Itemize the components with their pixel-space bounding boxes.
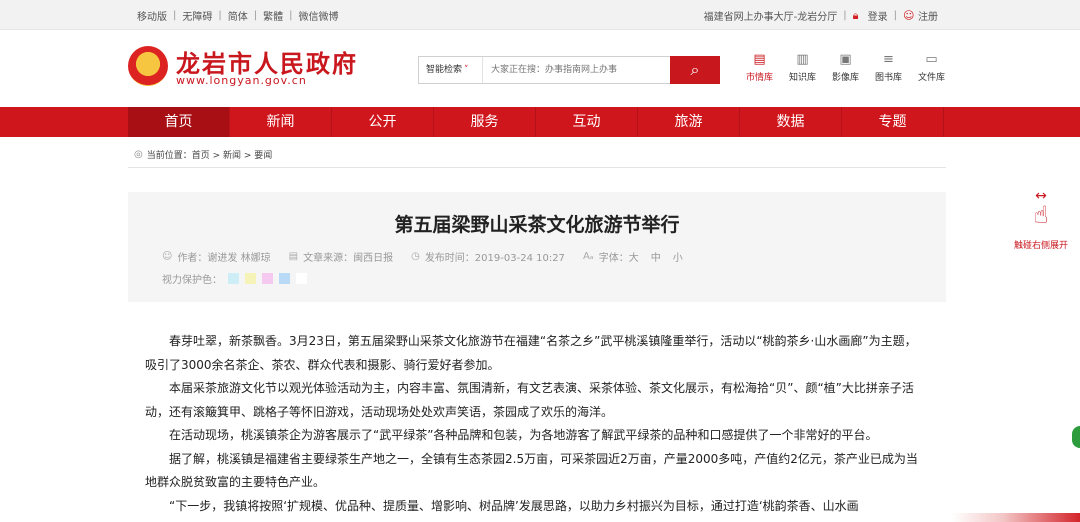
- nav-interact[interactable]: 互动: [536, 107, 638, 137]
- main-nav: 首页 新闻 公开 服务 互动 旅游 数据 专题: [0, 107, 1080, 137]
- article-header: 第五届梁野山采茶文化旅游节举行 ☺ 作者：谢进发 林娜琼 ▤ 文章来源：闽西日报 ◷…: [128, 192, 946, 302]
- eye-color-swatch[interactable]: [228, 273, 239, 284]
- lib-knowledge[interactable]: ▥ 知识库: [781, 52, 824, 83]
- separator: |: [893, 10, 897, 21]
- floating-green-button[interactable]: [1072, 426, 1080, 448]
- link-accessibility[interactable]: 无障碍: [182, 8, 212, 23]
- nav-home[interactable]: 首页: [128, 107, 230, 137]
- separator: |: [289, 10, 293, 21]
- separator: |: [173, 10, 177, 21]
- eye-protection: 视力保护色：: [162, 271, 307, 286]
- source-text: 文章来源：闽西日报: [303, 253, 394, 264]
- font-large-button[interactable]: 大: [629, 249, 639, 264]
- side-expand-handle[interactable]: ↔ ☝ 触碰右侧展开: [1006, 189, 1076, 251]
- breadcrumb: ◎ 当前位置： 首页 > 新闻 > 要闻: [134, 148, 272, 161]
- image-icon: ▣: [839, 52, 852, 67]
- search-bar: 智能检索˅ ⌕: [418, 56, 720, 84]
- paragraph: 春芽吐翠，新茶飘香。3月23日，第五届梁野山采茶文化旅游节在福建“名茶之乡”武平…: [145, 334, 917, 372]
- lib-image[interactable]: ▣ 影像库: [824, 52, 867, 83]
- eye-color-swatch[interactable]: [245, 273, 256, 284]
- divider: [128, 167, 946, 168]
- library-icon: ≡: [883, 52, 894, 67]
- separator: |: [218, 10, 222, 21]
- nav-topics[interactable]: 专题: [842, 107, 944, 137]
- search-button[interactable]: ⌕: [670, 56, 720, 84]
- meta-source: ▤ 文章来源：闽西日报: [289, 249, 393, 264]
- site-url: www.longyan.gov.cn: [176, 74, 307, 87]
- meta-time: ◷ 发布时间：2019-03-24 10:27: [411, 249, 565, 264]
- font-medium-button[interactable]: 中: [651, 249, 661, 264]
- article-title: 第五届梁野山采茶文化旅游节举行: [394, 214, 680, 236]
- library-links: ▤ 市情库 ▥ 知识库 ▣ 影像库 ≡ 图书库 ▭ 文件库: [738, 52, 953, 83]
- top-right-links: 福建省网上办事大厅-龙岩分厅 | 🔒︎ 登录 | ☺ 注册: [704, 8, 938, 23]
- lib-label: 影像库: [831, 73, 859, 83]
- paragraph: “下一步，我镇将按照‘扩规模、优品种、提质量、增影响、树品牌’发展思路，以助力乡…: [169, 498, 859, 513]
- font-label: 字体：: [598, 253, 629, 264]
- link-traditional[interactable]: 繁體: [263, 8, 283, 23]
- document-icon: ▤: [288, 251, 299, 262]
- separator: |: [843, 10, 847, 21]
- floating-red-tab[interactable]: [952, 513, 1080, 522]
- font-size-icon: Aₐ: [582, 251, 594, 262]
- breadcrumb-path[interactable]: 首页 > 新闻 > 要闻: [192, 148, 273, 161]
- national-emblem-logo[interactable]: [128, 46, 168, 86]
- link-service-hall[interactable]: 福建省网上办事大厅-龙岩分厅: [704, 8, 838, 23]
- eye-label: 视力保护色：: [162, 275, 222, 286]
- search-icon: ⌕: [690, 60, 700, 79]
- lib-books[interactable]: ≡ 图书库: [867, 52, 910, 83]
- author-text: 作者：谢进发 林娜琼: [177, 253, 271, 264]
- nav-tourism[interactable]: 旅游: [638, 107, 740, 137]
- meta-font: Aₐ 字体： 大 中 小: [583, 249, 695, 264]
- folder-icon: ▭: [925, 52, 938, 67]
- top-left-links: 移动版 | 无障碍 | 简体 | 繁體 | 微信微博: [137, 8, 339, 23]
- font-small-button[interactable]: 小: [673, 249, 683, 264]
- lib-label: 市情库: [745, 73, 773, 83]
- hand-pointer-icon: ☝: [1033, 201, 1049, 229]
- nav-data[interactable]: 数据: [740, 107, 842, 137]
- nav-open[interactable]: 公开: [332, 107, 434, 137]
- lib-files[interactable]: ▭ 文件库: [910, 52, 953, 83]
- paragraph: 据了解，桃溪镇是福建省主要绿茶生产地之一，全镇有生态茶园2.5万亩，可采茶园近2…: [145, 451, 918, 490]
- nav-service[interactable]: 服务: [434, 107, 536, 137]
- lib-label: 图书库: [874, 73, 902, 83]
- link-wechat-weibo[interactable]: 微信微博: [299, 8, 339, 23]
- lib-city[interactable]: ▤ 市情库: [738, 52, 781, 83]
- breadcrumb-label: 当前位置：: [146, 151, 192, 161]
- eye-color-swatch[interactable]: [279, 273, 290, 284]
- nav-news[interactable]: 新闻: [230, 107, 332, 137]
- top-utility-bar: 移动版 | 无障碍 | 简体 | 繁體 | 微信微博 福建省网上办事大厅-龙岩分…: [0, 0, 1080, 30]
- person-icon: ☺: [162, 251, 173, 262]
- site-header: 龙岩市人民政府 www.longyan.gov.cn 智能检索˅ ⌕ ▤ 市情库…: [0, 30, 1080, 107]
- eye-color-swatch[interactable]: [296, 273, 307, 284]
- side-expand-label: 触碰右侧展开: [1013, 241, 1068, 251]
- book-icon: ▥: [796, 52, 809, 67]
- search-input[interactable]: [483, 57, 673, 83]
- city-icon: ▤: [753, 52, 766, 67]
- time-text: 发布时间：2019-03-24 10:27: [424, 253, 565, 264]
- login-link[interactable]: 登录: [868, 8, 888, 23]
- location-pin-icon: ◎: [134, 149, 143, 160]
- lock-icon: 🔒︎: [852, 9, 859, 22]
- clock-icon: ◷: [411, 251, 420, 262]
- chevron-down-icon: ˅: [464, 65, 469, 75]
- paragraph: 在活动现场，桃溪镇茶企为游客展示了“武平绿茶”各种品牌和包装，为各地游客了解武平…: [169, 428, 878, 442]
- search-type-select[interactable]: 智能检索 ˅: [419, 57, 483, 83]
- lib-label: 知识库: [788, 73, 816, 83]
- link-mobile[interactable]: 移动版: [137, 8, 167, 23]
- paragraph: 本届采茶旅游文化节以观光体验活动为主，内容丰富、氛围清新，有文艺表演、采茶体验、…: [145, 381, 914, 419]
- separator: |: [253, 10, 258, 21]
- register-link[interactable]: 注册: [918, 8, 938, 23]
- lib-label: 文件库: [917, 73, 945, 83]
- user-icon: ☺: [903, 9, 915, 22]
- meta-author: ☺ 作者：谢进发 林娜琼: [162, 249, 271, 264]
- article-body: 春芽吐翠，新茶飘香。3月23日，第五届梁野山采茶文化旅游节在福建“名茶之乡”武平…: [145, 330, 925, 518]
- link-simplified[interactable]: 简体: [228, 8, 248, 23]
- eye-color-swatch[interactable]: [262, 273, 273, 284]
- article-meta: ☺ 作者：谢进发 林娜琼 ▤ 文章来源：闽西日报 ◷ 发布时间：2019-03-24 …: [162, 249, 713, 264]
- search-type-label: 智能检索: [426, 65, 463, 75]
